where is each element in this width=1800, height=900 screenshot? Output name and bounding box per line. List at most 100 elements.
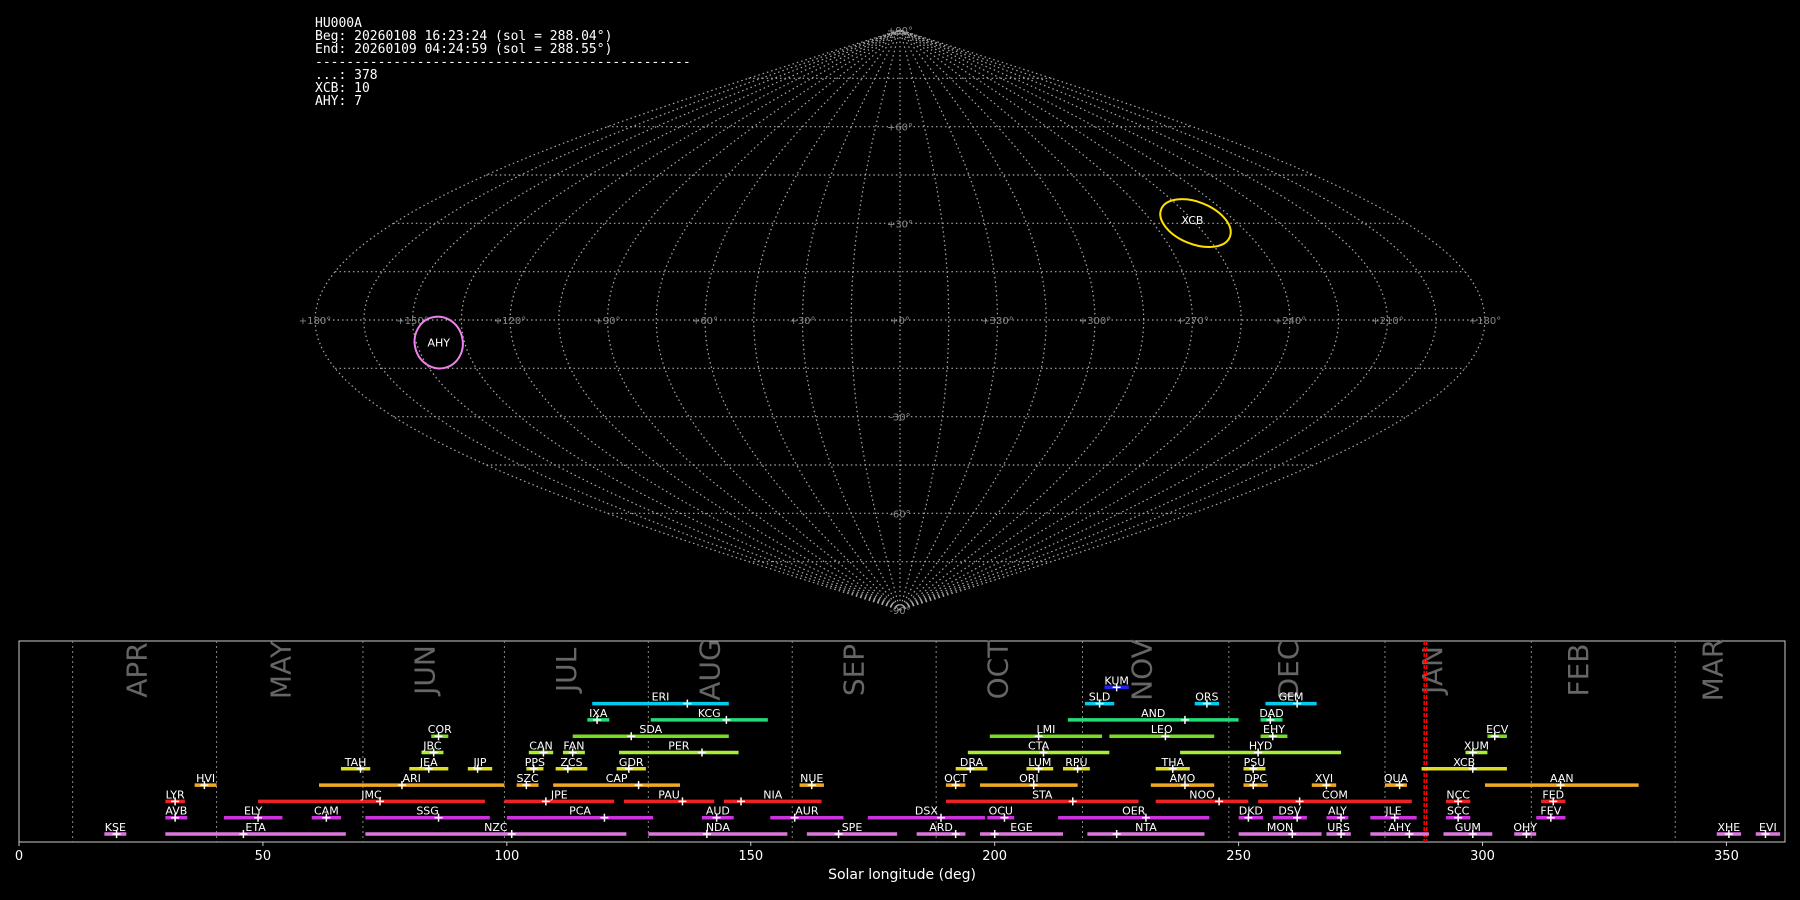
shower-label: XHE [1718, 821, 1741, 834]
shower-dkd: DKD [1238, 805, 1264, 822]
longitude-tick-label: +0° [890, 316, 910, 327]
shower-label: PPS [525, 756, 545, 769]
shower-label: ARD [929, 821, 953, 834]
shower-dsx: DSX [867, 805, 985, 822]
shower-label: LEO [1151, 723, 1173, 736]
shower-label: NCC [1446, 788, 1470, 801]
radiant-label-ahy: AHY [427, 337, 450, 350]
shower-spe: SPE [806, 821, 898, 838]
shower-lum: LUM [1026, 756, 1054, 773]
shower-label: DSX [915, 805, 938, 818]
longitude-tick-label: +30° [789, 316, 815, 327]
shower-can: CAN [528, 740, 554, 757]
shower-oer: OER [1058, 805, 1210, 822]
shower-label: OCU [989, 805, 1013, 818]
shower-label: CAN [529, 740, 552, 753]
shower-label: FED [1542, 788, 1564, 801]
longitude-tick-label: +180° [299, 316, 331, 327]
shower-lyr: LYR [165, 788, 185, 806]
shower-jpe: JPE [504, 788, 615, 806]
shower-nta: NTA [1087, 821, 1205, 838]
longitude-tick-label: +60° [692, 316, 718, 327]
shower-label: AMO [1170, 772, 1196, 785]
shower-aan: AAN [1484, 772, 1639, 790]
shower-kcg: KCG [650, 707, 768, 724]
shower-label: DKD [1239, 805, 1263, 818]
shower-label: SPE [842, 821, 863, 834]
shower-label: OER [1122, 805, 1146, 818]
shower-leo: LEO [1109, 723, 1215, 741]
shower-label: OHY [1513, 821, 1537, 834]
shower-label: DRA [960, 756, 984, 769]
shower-label: ELY [244, 805, 263, 818]
shower-label: AUD [706, 805, 730, 818]
shower-ely: ELY [223, 805, 283, 822]
shower-label: COM [1322, 788, 1348, 801]
x-tick-label: 300 [1470, 849, 1495, 864]
shower-label: NDA [706, 821, 731, 834]
shower-tah: TAH [340, 756, 371, 773]
shower-dsv: DSV [1272, 805, 1307, 822]
shower-label: KUM [1104, 674, 1128, 687]
shower-activity-timeline: APR MAY JUN JUL AUG SEP OCT NOV DEC JAN FEB MARKUME… [15, 639, 1786, 883]
shower-label: DSV [1278, 805, 1301, 818]
longitude-tick-label: +300° [1079, 316, 1111, 327]
shower-label: ARI [403, 772, 421, 785]
shower-ard: ARD [916, 821, 966, 838]
shower-pau: PAU [623, 788, 715, 806]
month-label: MAY [264, 640, 297, 699]
shower-jmc: JMC [258, 788, 485, 806]
month-label: MAR [1696, 639, 1729, 702]
shower-sta: STA [945, 788, 1139, 806]
longitude-tick-label: +330° [981, 316, 1013, 327]
shower-zcs: ZCS [555, 756, 588, 773]
month-label: JUL [550, 647, 583, 694]
shower-hvi: HVI [194, 772, 217, 790]
shower-label: ECV [1486, 723, 1509, 736]
shower-jip: JIP [467, 756, 493, 773]
shower-label: HYD [1249, 740, 1272, 753]
shower-label: XUM [1464, 740, 1489, 753]
shower-eta: ETA [165, 821, 346, 838]
x-tick-label: 250 [1226, 849, 1251, 864]
shower-label: KSE [105, 821, 126, 834]
longitude-tick-label: +180° [1469, 316, 1501, 327]
shower-ncc: NCC [1445, 788, 1471, 806]
month-label: JUN [408, 645, 441, 697]
shower-gdr: GDR [616, 756, 646, 773]
shower-label: NTA [1135, 821, 1157, 834]
shower-nue: NUE [799, 772, 824, 790]
shower-label: AVB [165, 805, 187, 818]
shower-label: JPE [550, 788, 568, 801]
shower-label: OCT [944, 772, 967, 785]
latitude-tick-label: -30° [889, 413, 910, 424]
latitude-tick-label: +30° [887, 219, 913, 230]
shower-psu: PSU [1243, 756, 1266, 773]
shower-xhe: XHE [1716, 821, 1742, 838]
shower-label: ERI [652, 691, 670, 704]
shower-label: DPC [1244, 772, 1267, 785]
shower-label: IXA [589, 707, 608, 720]
shower-label: NUE [800, 772, 823, 785]
shower-amo: AMO [1150, 772, 1215, 790]
shower-label: THA [1160, 756, 1184, 769]
shower-cor: COR [428, 723, 452, 741]
x-tick-label: 0 [15, 849, 23, 864]
shower-evi: EVI [1755, 821, 1781, 838]
shower-label: AAN [1550, 772, 1574, 785]
shower-rpu: RPU [1062, 756, 1090, 773]
month-label: AUG [694, 639, 727, 700]
shower-xum: XUM [1464, 740, 1489, 757]
shower-jle: JLE [1370, 805, 1417, 822]
shower-label: KCG [698, 707, 721, 720]
shower-label: NOO [1189, 788, 1215, 801]
x-tick-label: 50 [255, 849, 272, 864]
shower-xvi: XVI [1311, 772, 1337, 790]
month-label: SEP [838, 644, 871, 696]
x-tick-label: 150 [738, 849, 763, 864]
shower-label: ORI [1019, 772, 1039, 785]
shower-label: TAH [344, 756, 367, 769]
shower-label: EHY [1263, 723, 1285, 736]
shower-label: MON [1267, 821, 1293, 834]
shower-jea: JEA [409, 756, 449, 773]
